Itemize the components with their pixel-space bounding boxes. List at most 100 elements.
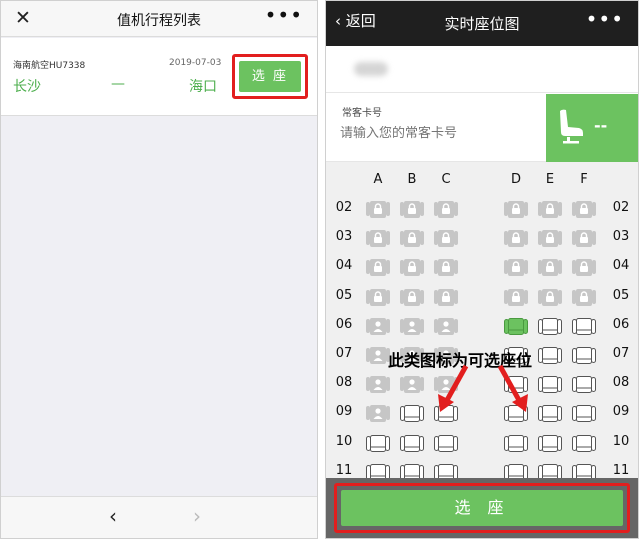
seat-05E-locked (537, 288, 563, 308)
seat-row-number: 04 (612, 258, 630, 274)
seat-09B-available[interactable] (399, 404, 425, 424)
selected-seat-value: -- (594, 116, 608, 135)
frequent-flyer-row: 常客卡号 -- (326, 94, 638, 162)
seat-map: 11 11 10 10 09 09 08 08 07 07 06 06 05 05 04 04 03 03 02 02… (326, 162, 638, 480)
seat-07E-available[interactable] (537, 346, 563, 366)
seat-03E-locked (537, 229, 563, 249)
passenger-name-row (326, 46, 638, 93)
flight-date: 2019-07-03 (169, 58, 222, 68)
seat-row-number: 11 (335, 462, 353, 478)
browser-bottom-bar: ‹ › (1, 496, 317, 538)
seat-04F-locked (571, 258, 597, 278)
seat-08B-occupied (399, 375, 425, 395)
seat-08A-occupied (365, 375, 391, 395)
seat-row-number: 05 (612, 287, 630, 303)
seat-06C-occupied (433, 317, 459, 337)
left-nav-bar: ✕ 值机行程列表 ••• (1, 1, 317, 37)
back-arrow-icon[interactable]: ‹ (109, 504, 117, 528)
seat-row-number: 06 (612, 316, 630, 332)
seat-03B-locked (399, 229, 425, 249)
seat-10F-available[interactable] (571, 434, 597, 454)
seat-05F-locked (571, 288, 597, 308)
seat-05C-locked (433, 288, 459, 308)
seat-chair-icon (560, 109, 583, 144)
seat-02D-locked (503, 200, 529, 220)
annotation-arrow-right (497, 364, 528, 412)
seat-09A-occupied (365, 404, 391, 424)
seat-07F-available[interactable] (571, 346, 597, 366)
seat-row-number: 10 (335, 433, 353, 449)
seat-03D-locked (503, 229, 529, 249)
seat-column-F: F (580, 172, 588, 187)
left-screen-checkin-list: ✕ 值机行程列表 ••• 海南航空HU7338 2019-07-03 长沙 — … (0, 0, 318, 539)
frequent-flyer-label: 常客卡号 (342, 108, 382, 119)
seat-column-E: E (545, 172, 555, 187)
seat-row-number: 05 (335, 287, 353, 303)
seat-row-number: 09 (335, 404, 353, 420)
flight-card[interactable]: 海南航空HU7338 2019-07-03 长沙 — 海口 选 座 (1, 38, 317, 116)
selected-seat-badge: -- (546, 94, 638, 162)
seat-row-number: 04 (335, 258, 353, 274)
seat-row-number: 07 (335, 346, 353, 361)
seat-row-number: 02 (612, 200, 630, 215)
highlight-box: 选 座 (232, 54, 308, 99)
seat-05D-locked (503, 288, 529, 308)
seat-06E-available[interactable] (537, 317, 563, 337)
seat-02A-locked (365, 200, 391, 220)
seat-08E-available[interactable] (537, 375, 563, 395)
seat-09F-available[interactable] (571, 404, 597, 424)
seat-10D-available[interactable] (503, 434, 529, 454)
forward-arrow-icon[interactable]: › (193, 504, 201, 528)
seat-column-C: C (441, 172, 451, 187)
route-separator: — (111, 76, 125, 92)
seat-10E-available[interactable] (537, 434, 563, 454)
highlight-box: 选 座 (334, 483, 630, 533)
seat-10A-available[interactable] (365, 434, 391, 454)
seat-row-number: 08 (612, 375, 630, 391)
seat-04C-locked (433, 258, 459, 278)
flight-airline: 海南航空HU7338 (13, 61, 86, 71)
seat-row-number: 03 (612, 229, 630, 245)
seat-06A-occupied (365, 317, 391, 337)
frequent-flyer-input[interactable] (340, 126, 540, 141)
seat-06F-available[interactable] (571, 317, 597, 337)
seat-row-number: 10 (612, 433, 630, 449)
seat-column-B: B (407, 172, 417, 187)
seat-row-number: 03 (335, 229, 353, 245)
annotation-arrow-left (438, 364, 469, 412)
seat-row-number: 09 (612, 404, 630, 420)
seat-row-number: 02 (335, 200, 353, 215)
seat-08F-available[interactable] (571, 375, 597, 395)
seat-03C-locked (433, 229, 459, 249)
seat-03F-locked (571, 229, 597, 249)
select-seat-button[interactable]: 选 座 (239, 61, 301, 92)
seat-04B-locked (399, 258, 425, 278)
more-icon[interactable]: ••• (265, 3, 303, 27)
arrival-city: 海口 (189, 79, 217, 95)
seat-02E-locked (537, 200, 563, 220)
seat-04E-locked (537, 258, 563, 278)
seat-06B-occupied (399, 317, 425, 337)
seat-02F-locked (571, 200, 597, 220)
right-nav-bar: ‹ 返回 实时座位图 ••• (326, 1, 638, 46)
bottom-action-bar: 选 座 (326, 478, 638, 538)
seat-05B-locked (399, 288, 425, 308)
departure-city: 长沙 (13, 79, 41, 95)
seat-04D-locked (503, 258, 529, 278)
passenger-name-blurred (354, 62, 388, 76)
seat-09E-available[interactable] (537, 404, 563, 424)
seat-02B-locked (399, 200, 425, 220)
seat-10B-available[interactable] (399, 434, 425, 454)
seat-row-number: 08 (335, 375, 353, 391)
confirm-seat-button[interactable]: 选 座 (341, 490, 623, 526)
seat-10C-available[interactable] (433, 434, 459, 454)
seat-row-number: 07 (612, 346, 630, 361)
seat-02C-locked (433, 200, 459, 220)
seat-row-number: 06 (335, 316, 353, 332)
more-icon[interactable]: ••• (586, 7, 624, 31)
right-screen-seat-map: ‹ 返回 实时座位图 ••• 常客卡号 -- 11 11 10 10 09 09 08 08 0… (325, 0, 639, 539)
seat-06D-selected[interactable] (503, 317, 529, 337)
seat-row-number: 11 (612, 462, 630, 478)
seat-05A-locked (365, 288, 391, 308)
seat-column-A: A (373, 172, 383, 187)
